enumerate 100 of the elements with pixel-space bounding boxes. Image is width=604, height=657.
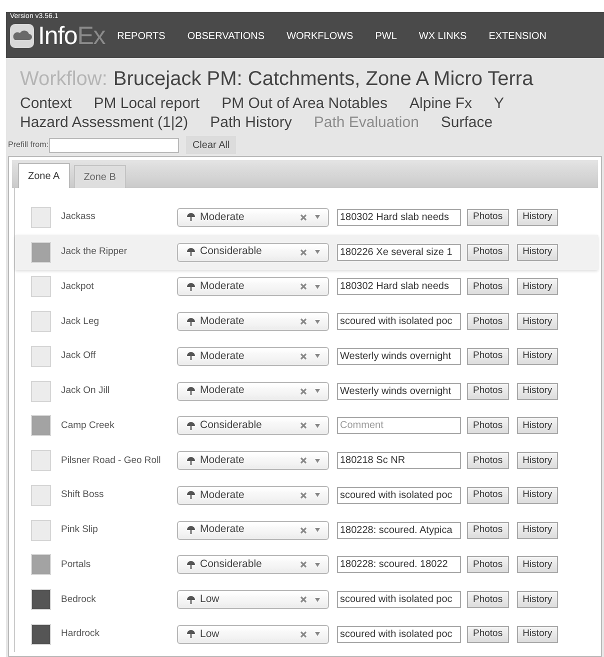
photos-button[interactable]: Photos bbox=[467, 382, 509, 400]
clear-icon[interactable] bbox=[300, 492, 307, 499]
clear-icon[interactable] bbox=[300, 283, 307, 290]
workflow-step-link[interactable]: Path History bbox=[210, 113, 292, 132]
comment-field[interactable]: Comment bbox=[337, 417, 461, 434]
history-button[interactable]: History bbox=[516, 417, 558, 434]
rating-dropdown[interactable]: Moderate bbox=[177, 486, 329, 505]
history-button[interactable]: History bbox=[516, 313, 558, 330]
table-row[interactable]: Pilsner Road - Geo Roll Moderate 180218 Sc NR Photos History bbox=[15, 443, 598, 478]
rating-dropdown[interactable]: Moderate bbox=[177, 382, 329, 401]
caret-icon[interactable] bbox=[315, 528, 320, 532]
photos-button[interactable]: Photos bbox=[467, 452, 509, 470]
caret-icon[interactable] bbox=[315, 493, 320, 498]
photos-button[interactable]: Photos bbox=[467, 626, 509, 643]
caret-icon[interactable] bbox=[315, 632, 320, 636]
comment-field[interactable]: 180302 Hard slab needs bbox=[337, 208, 461, 226]
table-row[interactable]: Jack On Jill Moderate Westerly winds overnight Photos History bbox=[15, 374, 598, 408]
workflow-step-link[interactable]: Surface bbox=[440, 113, 493, 132]
rating-dropdown[interactable]: Moderate bbox=[177, 312, 329, 332]
rating-dropdown[interactable]: Moderate bbox=[177, 451, 329, 470]
clear-icon[interactable] bbox=[300, 214, 307, 221]
caret-icon[interactable] bbox=[315, 354, 320, 358]
workflow-step-link[interactable]: PM Out of Area Notables bbox=[222, 94, 388, 113]
caret-icon[interactable] bbox=[315, 215, 320, 220]
clear-icon[interactable] bbox=[300, 318, 307, 326]
history-button[interactable]: History bbox=[516, 278, 558, 296]
caret-icon[interactable] bbox=[315, 320, 320, 324]
workflow-step-link[interactable]: Context bbox=[20, 94, 72, 113]
rating-dropdown[interactable]: Moderate bbox=[177, 277, 329, 296]
comment-field[interactable]: scoured with isolated poc bbox=[337, 626, 461, 643]
table-row[interactable]: Camp Creek Considerable Comment Photos History bbox=[15, 408, 598, 444]
photos-button[interactable]: Photos bbox=[467, 417, 509, 434]
clear-icon[interactable] bbox=[300, 596, 307, 604]
clear-icon[interactable] bbox=[300, 422, 307, 430]
rating-dropdown[interactable]: Considerable bbox=[177, 242, 329, 262]
photos-button[interactable]: Photos bbox=[467, 556, 509, 574]
table-row[interactable]: Hardrock Low scoured with isolated poc Photos History bbox=[15, 617, 598, 652]
clear-icon[interactable] bbox=[300, 561, 307, 568]
photos-button[interactable]: Photos bbox=[467, 522, 509, 539]
caret-icon[interactable] bbox=[315, 284, 320, 289]
history-button[interactable]: History bbox=[516, 486, 558, 504]
comment-field[interactable]: Westerly winds overnight bbox=[337, 348, 461, 365]
history-button[interactable]: History bbox=[516, 626, 558, 643]
history-button[interactable]: History bbox=[516, 208, 558, 226]
table-row[interactable]: Jack Leg Moderate scoured with isolated poc Photos History bbox=[15, 304, 598, 339]
table-row[interactable]: Pink Slip Moderate 180228: scoured. Atypica Photos History bbox=[15, 512, 598, 548]
comment-field[interactable]: 180228: scoured. 18022 bbox=[337, 556, 461, 574]
caret-icon[interactable] bbox=[315, 250, 320, 254]
comment-field[interactable]: 180228: scoured. Atypica bbox=[337, 522, 461, 539]
rating-dropdown[interactable]: Low bbox=[177, 624, 329, 644]
caret-icon[interactable] bbox=[315, 562, 320, 567]
photos-button[interactable]: Photos bbox=[467, 313, 509, 330]
clear-icon[interactable] bbox=[300, 248, 307, 256]
nav-link[interactable]: WX LINKS bbox=[418, 28, 467, 44]
comment-field[interactable]: 180218 Sc NR bbox=[337, 452, 461, 470]
history-button[interactable]: History bbox=[516, 591, 558, 608]
history-button[interactable]: History bbox=[516, 452, 558, 470]
table-row[interactable]: Jackpot Moderate 180302 Hard slab needs Photos History bbox=[15, 270, 598, 304]
clear-icon[interactable] bbox=[300, 352, 307, 360]
nav-link[interactable]: REPORTS bbox=[117, 28, 166, 44]
photos-button[interactable]: Photos bbox=[467, 244, 509, 261]
table-row[interactable]: Jackass Moderate 180302 Hard slab needs Photos History bbox=[15, 200, 598, 235]
workflow-step-link[interactable]: PM Local report bbox=[94, 94, 200, 113]
caret-icon[interactable] bbox=[315, 458, 320, 463]
workflow-step-link[interactable]: Alpine Fx bbox=[410, 94, 472, 113]
rating-dropdown[interactable]: Moderate bbox=[177, 346, 329, 366]
history-button[interactable]: History bbox=[516, 522, 558, 539]
workflow-step-link[interactable]: Y bbox=[494, 94, 504, 113]
comment-field[interactable]: scoured with isolated poc bbox=[337, 486, 461, 504]
workflow-step-link[interactable]: Hazard Assessment (1|2) bbox=[20, 113, 188, 132]
rating-dropdown[interactable]: Low bbox=[177, 590, 329, 610]
rating-dropdown[interactable]: Considerable bbox=[177, 416, 329, 436]
table-row[interactable]: Jack the Ripper Considerable 180226 Xe several size 1 Photos History bbox=[15, 234, 598, 270]
clear-icon[interactable] bbox=[300, 388, 307, 395]
nav-link[interactable]: EXTENSION bbox=[488, 28, 546, 44]
caret-icon[interactable] bbox=[315, 598, 320, 602]
comment-field[interactable]: scoured with isolated poc bbox=[337, 591, 461, 608]
clear-icon[interactable] bbox=[300, 630, 307, 638]
rating-dropdown[interactable]: Moderate bbox=[177, 208, 329, 227]
history-button[interactable]: History bbox=[516, 556, 558, 574]
photos-button[interactable]: Photos bbox=[467, 486, 509, 504]
nav-link[interactable]: WORKFLOWS bbox=[286, 28, 354, 44]
table-row[interactable]: Shift Boss Moderate scoured with isolated poc Photos History bbox=[15, 478, 598, 513]
comment-field[interactable]: scoured with isolated poc bbox=[337, 313, 461, 330]
prefill-field[interactable] bbox=[49, 138, 180, 152]
photos-button[interactable]: Photos bbox=[467, 348, 509, 365]
clear-icon[interactable] bbox=[300, 526, 307, 534]
clear-icon[interactable] bbox=[300, 457, 307, 464]
zone-tab[interactable]: Zone B bbox=[74, 165, 126, 188]
history-button[interactable]: History bbox=[516, 244, 558, 261]
history-button[interactable]: History bbox=[516, 382, 558, 400]
history-button[interactable]: History bbox=[516, 348, 558, 365]
comment-field[interactable]: 180302 Hard slab needs bbox=[337, 278, 461, 296]
table-row[interactable]: Portals Considerable 180228: scoured. 18022 Photos History bbox=[15, 548, 598, 582]
comment-field[interactable]: Westerly winds overnight bbox=[337, 382, 461, 400]
caret-icon[interactable] bbox=[315, 389, 320, 394]
table-row[interactable]: Jack Off Moderate Westerly winds overnight Photos History bbox=[15, 339, 598, 374]
caret-icon[interactable] bbox=[315, 424, 320, 428]
rating-dropdown[interactable]: Moderate bbox=[177, 520, 329, 540]
rating-dropdown[interactable]: Considerable bbox=[177, 555, 329, 574]
